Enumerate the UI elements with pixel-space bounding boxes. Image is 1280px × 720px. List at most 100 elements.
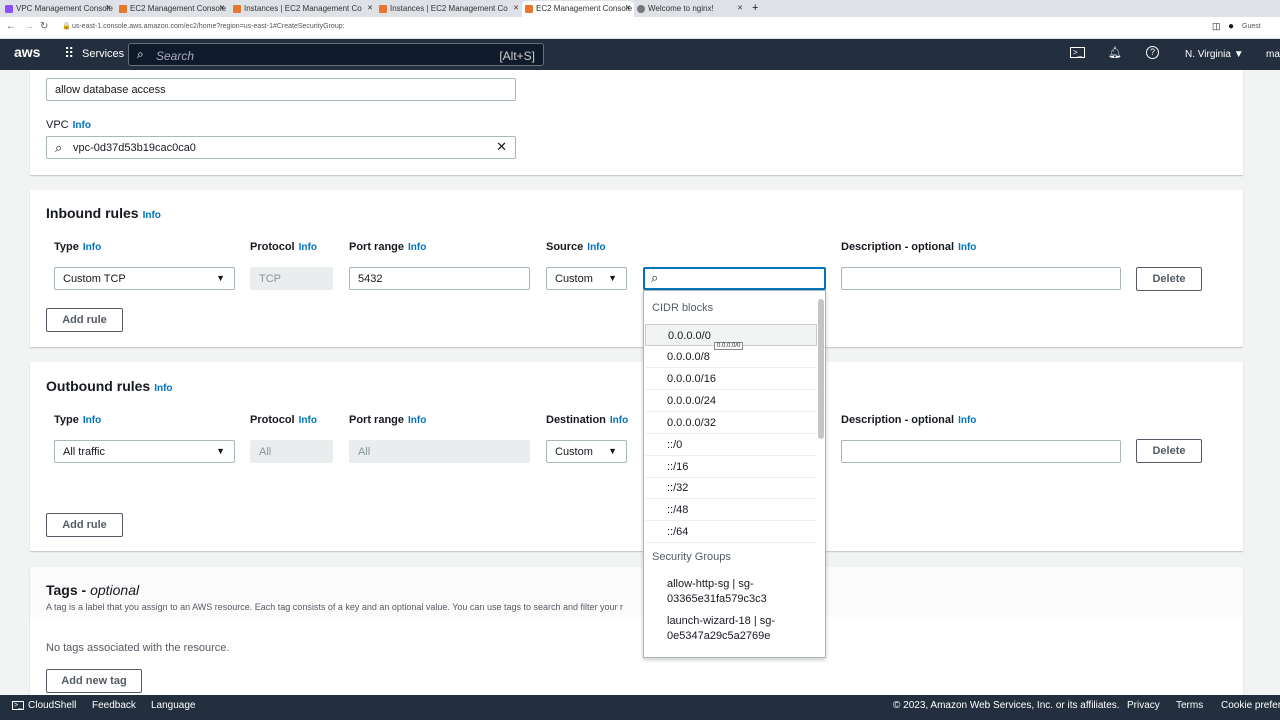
info-link[interactable]: Info — [299, 242, 317, 253]
close-icon[interactable]: ✕ — [105, 4, 111, 12]
tags-description: A tag is a label that you assign to an A… — [46, 602, 624, 612]
tab-title: EC2 Management Console — [130, 4, 227, 13]
back-icon[interactable]: ← — [6, 21, 16, 32]
cookie-preferences-link[interactable]: Cookie prefere — [1221, 700, 1280, 711]
ec2-favicon-icon — [119, 5, 127, 13]
reload-icon[interactable]: ↻ — [40, 21, 48, 32]
add-rule-button[interactable]: Add rule — [46, 513, 123, 537]
info-link[interactable]: Info — [610, 415, 628, 426]
vpc-select[interactable]: ⌕ vpc-0d37d53b19cac0ca0 ✕ — [46, 136, 516, 159]
col-destination: Destination — [546, 414, 606, 426]
ec2-favicon-icon — [525, 5, 533, 13]
browser-tab[interactable]: Instances | EC2 Management Co ✕ — [230, 1, 376, 17]
profile-name[interactable]: Guest — [1242, 23, 1261, 30]
region-selector[interactable]: N. Virginia ▼ — [1185, 49, 1244, 60]
close-icon[interactable]: ✕ — [367, 4, 373, 12]
account-menu[interactable]: ma — [1266, 49, 1280, 60]
col-port: Port range — [349, 414, 405, 426]
url-field[interactable]: us-east-1.console.aws.amazon.com/ec2/hom… — [72, 23, 345, 30]
vpc-favicon-icon — [5, 5, 13, 13]
source-select[interactable]: Custom — [546, 267, 627, 290]
security-groups-header: Security Groups — [652, 551, 731, 563]
destination-select[interactable]: Custom — [546, 440, 627, 463]
search-icon: ⌕ — [651, 270, 659, 285]
dropdown-option[interactable]: 0.0.0.0/32 — [645, 412, 817, 434]
info-link[interactable]: Info — [958, 415, 976, 426]
inbound-title: Inbound rules Info — [46, 205, 161, 221]
dropdown-option[interactable]: ::/0 — [645, 434, 817, 456]
profile-icon[interactable]: ● — [1228, 21, 1234, 32]
dropdown-option[interactable]: ::/48 — [645, 499, 817, 521]
info-link[interactable]: Info — [83, 415, 101, 426]
address-bar: ← → ↻ 🔒 us-east-1.console.aws.amazon.com… — [0, 17, 1280, 39]
terms-link[interactable]: Terms — [1176, 700, 1203, 711]
info-link[interactable]: Info — [408, 415, 426, 426]
dropdown-scrollbar[interactable] — [818, 299, 824, 439]
privacy-link[interactable]: Privacy — [1127, 700, 1160, 711]
close-icon[interactable]: ✕ — [625, 4, 631, 12]
copyright-text: © 2023, Amazon Web Services, Inc. or its… — [893, 700, 1120, 711]
info-link[interactable]: Info — [143, 210, 161, 221]
info-link[interactable]: Info — [587, 242, 605, 253]
browser-tab[interactable]: Welcome to nginx! ✕ — [634, 1, 746, 17]
search-icon: ⌕ — [137, 47, 144, 61]
cloudshell-link[interactable]: CloudShell — [28, 700, 76, 711]
description-input[interactable] — [841, 440, 1121, 463]
search-placeholder: Search — [156, 49, 195, 63]
info-link[interactable]: Info — [83, 242, 101, 253]
add-new-tag-button[interactable]: Add new tag — [46, 669, 142, 693]
delete-button[interactable]: Delete — [1136, 267, 1202, 291]
dropdown-option[interactable]: ::/16 — [645, 456, 817, 478]
dropdown-option-sg[interactable]: allow-http-sg | sg- 03365e31fa579c3c3 — [667, 577, 807, 607]
dropdown-option[interactable]: ::/32 — [645, 477, 817, 499]
bell-icon[interactable]: 🔔︎ — [1108, 46, 1122, 59]
browser-tab[interactable]: VPC Management Console ✕ — [2, 1, 114, 17]
description-input[interactable]: allow database access — [46, 78, 516, 101]
description-input[interactable] — [841, 267, 1121, 290]
dropdown-option[interactable]: ::/64 — [645, 521, 817, 543]
close-icon[interactable]: ✕ — [219, 4, 225, 12]
type-select[interactable]: All traffic — [54, 440, 235, 463]
type-select[interactable]: Custom TCP — [54, 267, 235, 290]
sidepanel-icon[interactable]: ◫ — [1212, 21, 1221, 32]
source-cidr-search[interactable]: ⌕ — [643, 267, 826, 290]
info-link[interactable]: Info — [299, 415, 317, 426]
tags-title-text: Tags - — [46, 582, 91, 598]
new-tab-icon[interactable]: + — [752, 2, 758, 14]
browser-tab[interactable]: EC2 Management Console ✕ — [116, 1, 228, 17]
cloudshell-icon[interactable]: >_ — [1070, 47, 1086, 58]
search-icon: ⌕ — [55, 140, 63, 155]
add-rule-button[interactable]: Add rule — [46, 308, 123, 332]
feedback-link[interactable]: Feedback — [92, 700, 136, 711]
col-type: Type — [54, 414, 79, 426]
info-link[interactable]: Info — [73, 120, 91, 131]
tags-panel: Tags - optional A tag is a label that yo… — [30, 567, 1243, 707]
forward-icon[interactable]: → — [24, 21, 34, 32]
grid-icon[interactable]: ⠿ — [64, 45, 74, 62]
tab-title: VPC Management Console — [16, 4, 113, 13]
help-icon[interactable]: ? — [1146, 46, 1159, 59]
clear-icon[interactable]: ✕ — [496, 139, 507, 155]
close-icon[interactable]: ✕ — [737, 4, 743, 12]
dropdown-option[interactable]: 0.0.0.0/16 — [645, 368, 817, 390]
port-range-field: All — [349, 440, 530, 463]
info-link[interactable]: Info — [154, 383, 172, 394]
browser-tab[interactable]: Instances | EC2 Management Co ✕ — [376, 1, 522, 17]
delete-button[interactable]: Delete — [1136, 439, 1202, 463]
vpc-label-text: VPC — [46, 119, 69, 131]
dropdown-option-sg[interactable]: launch-wizard-18 | sg- 0e5347a29c5a2769e — [667, 614, 807, 644]
close-icon[interactable]: ✕ — [513, 4, 519, 12]
browser-tab-active[interactable]: EC2 Management Console ✕ — [522, 1, 634, 17]
info-link[interactable]: Info — [408, 242, 426, 253]
dropdown-option[interactable]: 0.0.0.0/24 — [645, 390, 817, 412]
info-link[interactable]: Info — [958, 242, 976, 253]
services-menu[interactable]: Services — [82, 48, 124, 60]
search-input[interactable]: ⌕ Search [Alt+S] — [128, 43, 544, 66]
tab-title: EC2 Management Console — [536, 4, 633, 13]
aws-logo[interactable]: aws — [14, 44, 40, 60]
port-range-input[interactable]: 5432 — [349, 267, 530, 290]
cloudshell-icon[interactable]: >_ — [12, 701, 24, 710]
lock-icon: 🔒 — [62, 23, 71, 30]
tooltip: 0.0.0.0/0 — [714, 342, 744, 350]
language-link[interactable]: Language — [151, 700, 196, 711]
